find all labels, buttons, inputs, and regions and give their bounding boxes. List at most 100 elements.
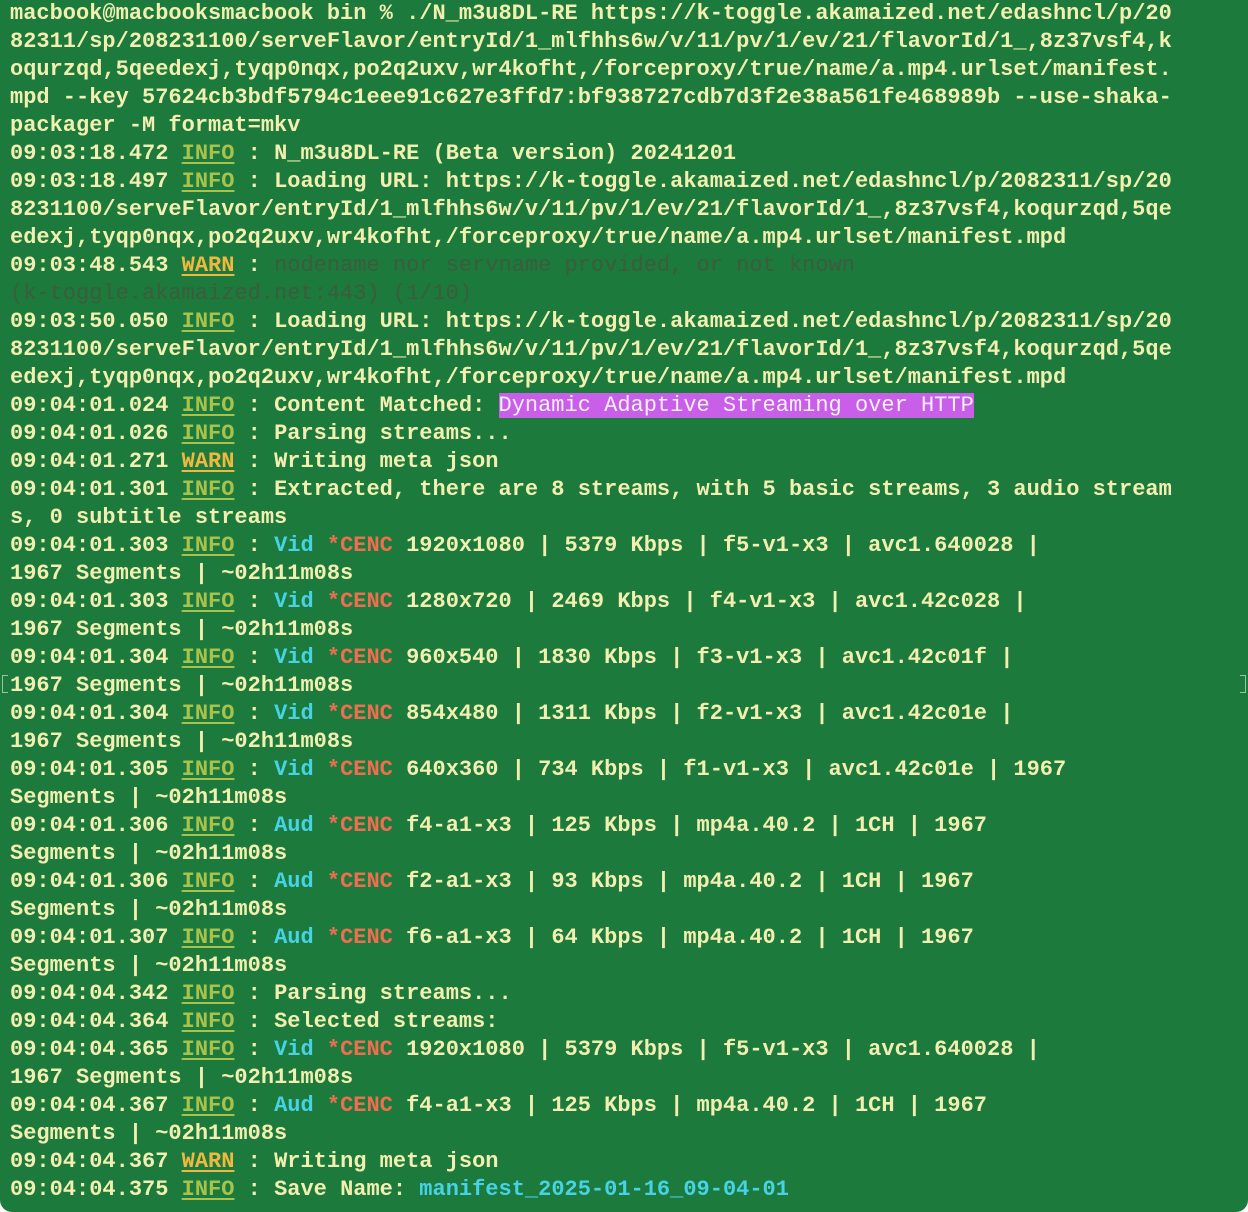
encryption-tag: *CENC <box>326 925 393 950</box>
log-continuation: 1967 Segments | ~02h11m08s <box>10 617 354 642</box>
log-continuation: 1967 Segments | ~02h11m08s <box>10 1065 354 1090</box>
log-line: edexj,tyqp0nqx,po2q2uxv,wr4kofht,/forcep… <box>10 364 1248 392</box>
encryption-tag: *CENC <box>326 757 393 782</box>
log-line: Segments | ~02h11m08s <box>10 952 1248 980</box>
log-continuation: Segments | ~02h11m08s <box>10 897 288 922</box>
log-separator: : <box>234 449 275 474</box>
log-level-badge: INFO <box>181 701 235 726</box>
stream-type-video: Vid <box>274 589 314 614</box>
stream-type-audio: Aud <box>274 1093 314 1118</box>
log-message: Selected streams: <box>274 1009 499 1034</box>
log-message <box>314 1037 327 1062</box>
encryption-tag: *CENC <box>326 589 393 614</box>
log-separator: : <box>234 477 275 502</box>
log-timestamp: 09:03:48.543 <box>10 253 169 278</box>
log-message: 1280x720 | 2469 Kbps | f4-v1-x3 | avc1.4… <box>392 589 1027 614</box>
command-text: packager -M format=mkv <box>10 113 301 138</box>
log-message: Extracted, there are 8 streams, with 5 b… <box>274 477 1172 502</box>
log-line: 09:04:01.304 INFO : Vid *CENC 854x480 | … <box>10 700 1248 728</box>
log-continuation: 1967 Segments | ~02h11m08s <box>10 561 354 586</box>
stream-type-video: Vid <box>274 533 314 558</box>
log-continuation: (k-toggle.akamaized.net:443) (1/10) <box>10 281 473 306</box>
log-level-badge: WARN <box>181 449 235 474</box>
encryption-tag: *CENC <box>326 701 393 726</box>
log-gap <box>168 701 181 726</box>
log-gap <box>168 1177 181 1202</box>
log-level-badge: INFO <box>181 1177 235 1202</box>
log-timestamp: 09:04:01.024 <box>10 393 169 418</box>
log-separator: : <box>234 1177 275 1202</box>
log-line: s, 0 subtitle streams <box>10 504 1248 532</box>
log-timestamp: 09:04:01.307 <box>10 925 169 950</box>
log-level-badge: INFO <box>181 645 235 670</box>
log-line: Segments | ~02h11m08s <box>10 784 1248 812</box>
log-gap <box>168 645 181 670</box>
encryption-tag: *CENC <box>326 1093 393 1118</box>
log-separator: : <box>234 869 275 894</box>
log-gap <box>168 813 181 838</box>
log-line: 1967 Segments | ~02h11m08s <box>10 1064 1248 1092</box>
log-message <box>314 701 327 726</box>
content-match-highlight: Dynamic Adaptive Streaming over HTTP <box>498 393 974 418</box>
command-text: mpd --key 57624cb3bdf5794c1eee91c627e3ff… <box>10 85 1172 110</box>
log-line: 09:04:04.367 INFO : Aud *CENC f4-a1-x3 |… <box>10 1092 1248 1120</box>
command-line: 82311/sp/208231100/serveFlavor/entryId/1… <box>10 28 1248 56</box>
log-timestamp: 09:04:01.306 <box>10 813 169 838</box>
stream-type-audio: Aud <box>274 925 314 950</box>
log-message: f2-a1-x3 | 93 Kbps | mp4a.40.2 | 1CH | 1… <box>392 869 974 894</box>
log-line: edexj,tyqp0nqx,po2q2uxv,wr4kofht,/forcep… <box>10 224 1248 252</box>
log-continuation: edexj,tyqp0nqx,po2q2uxv,wr4kofht,/forcep… <box>10 225 1067 250</box>
log-timestamp: 09:04:01.271 <box>10 449 169 474</box>
log-line: 09:04:01.271 WARN : Writing meta json <box>10 448 1248 476</box>
log-timestamp: 09:03:18.497 <box>10 169 169 194</box>
log-line: 8231100/serveFlavor/entryId/1_mlfhhs6w/v… <box>10 336 1248 364</box>
log-timestamp: 09:04:04.367 <box>10 1093 169 1118</box>
log-line: 09:04:01.303 INFO : Vid *CENC 1920x1080 … <box>10 532 1248 560</box>
log-line: Segments | ~02h11m08s <box>10 1120 1248 1148</box>
log-message <box>314 757 327 782</box>
log-message: 1920x1080 | 5379 Kbps | f5-v1-x3 | avc1.… <box>392 533 1040 558</box>
log-gap <box>168 1093 181 1118</box>
log-separator: : <box>234 1009 275 1034</box>
log-timestamp: 09:04:04.365 <box>10 1037 169 1062</box>
command-text: ./N_m3u8DL-RE https://k-toggle.akamaized… <box>406 1 1172 26</box>
log-timestamp: 09:04:04.367 <box>10 1149 169 1174</box>
log-separator: : <box>234 1037 275 1062</box>
log-gap <box>168 981 181 1006</box>
log-line: 09:04:01.307 INFO : Aud *CENC f6-a1-x3 |… <box>10 924 1248 952</box>
log-gap <box>168 925 181 950</box>
log-message: Parsing streams... <box>274 421 512 446</box>
log-message <box>314 925 327 950</box>
log-gap <box>168 393 181 418</box>
log-level-badge: WARN <box>181 1149 235 1174</box>
log-line: 1967 Segments | ~02h11m08s <box>10 616 1248 644</box>
log-line: 09:04:01.304 INFO : Vid *CENC 960x540 | … <box>10 644 1248 672</box>
log-separator: : <box>234 757 275 782</box>
encryption-tag: *CENC <box>326 1037 393 1062</box>
log-message: f4-a1-x3 | 125 Kbps | mp4a.40.2 | 1CH | … <box>392 1093 987 1118</box>
log-message <box>314 645 327 670</box>
stream-type-video: Vid <box>274 757 314 782</box>
log-separator: : <box>234 533 275 558</box>
log-gap <box>168 757 181 782</box>
log-level-badge: INFO <box>181 421 235 446</box>
terminal-output: macbook@macbooksmacbook bin % ./N_m3u8DL… <box>10 0 1248 1204</box>
terminal-window[interactable]: macbook@macbooksmacbook bin % ./N_m3u8DL… <box>0 0 1248 1212</box>
log-continuation: Segments | ~02h11m08s <box>10 841 288 866</box>
log-level-badge: WARN <box>181 253 235 278</box>
log-continuation: s, 0 subtitle streams <box>10 505 288 530</box>
command-line: packager -M format=mkv <box>10 112 1248 140</box>
log-message: Loading URL: https://k-toggle.akamaized.… <box>274 309 1172 334</box>
log-gap <box>168 869 181 894</box>
log-timestamp: 09:04:01.301 <box>10 477 169 502</box>
log-line: 09:04:01.024 INFO : Content Matched: Dyn… <box>10 392 1248 420</box>
log-line: 1967 Segments | ~02h11m08s <box>10 728 1248 756</box>
log-separator: : <box>234 309 275 334</box>
log-level-badge: INFO <box>181 169 235 194</box>
log-message: f6-a1-x3 | 64 Kbps | mp4a.40.2 | 1CH | 1… <box>392 925 974 950</box>
log-line: 09:04:04.375 INFO : Save Name: manifest_… <box>10 1176 1248 1204</box>
log-level-badge: INFO <box>181 1093 235 1118</box>
log-line: 09:03:50.050 INFO : Loading URL: https:/… <box>10 308 1248 336</box>
log-line: 09:04:04.367 WARN : Writing meta json <box>10 1148 1248 1176</box>
encryption-tag: *CENC <box>326 813 393 838</box>
